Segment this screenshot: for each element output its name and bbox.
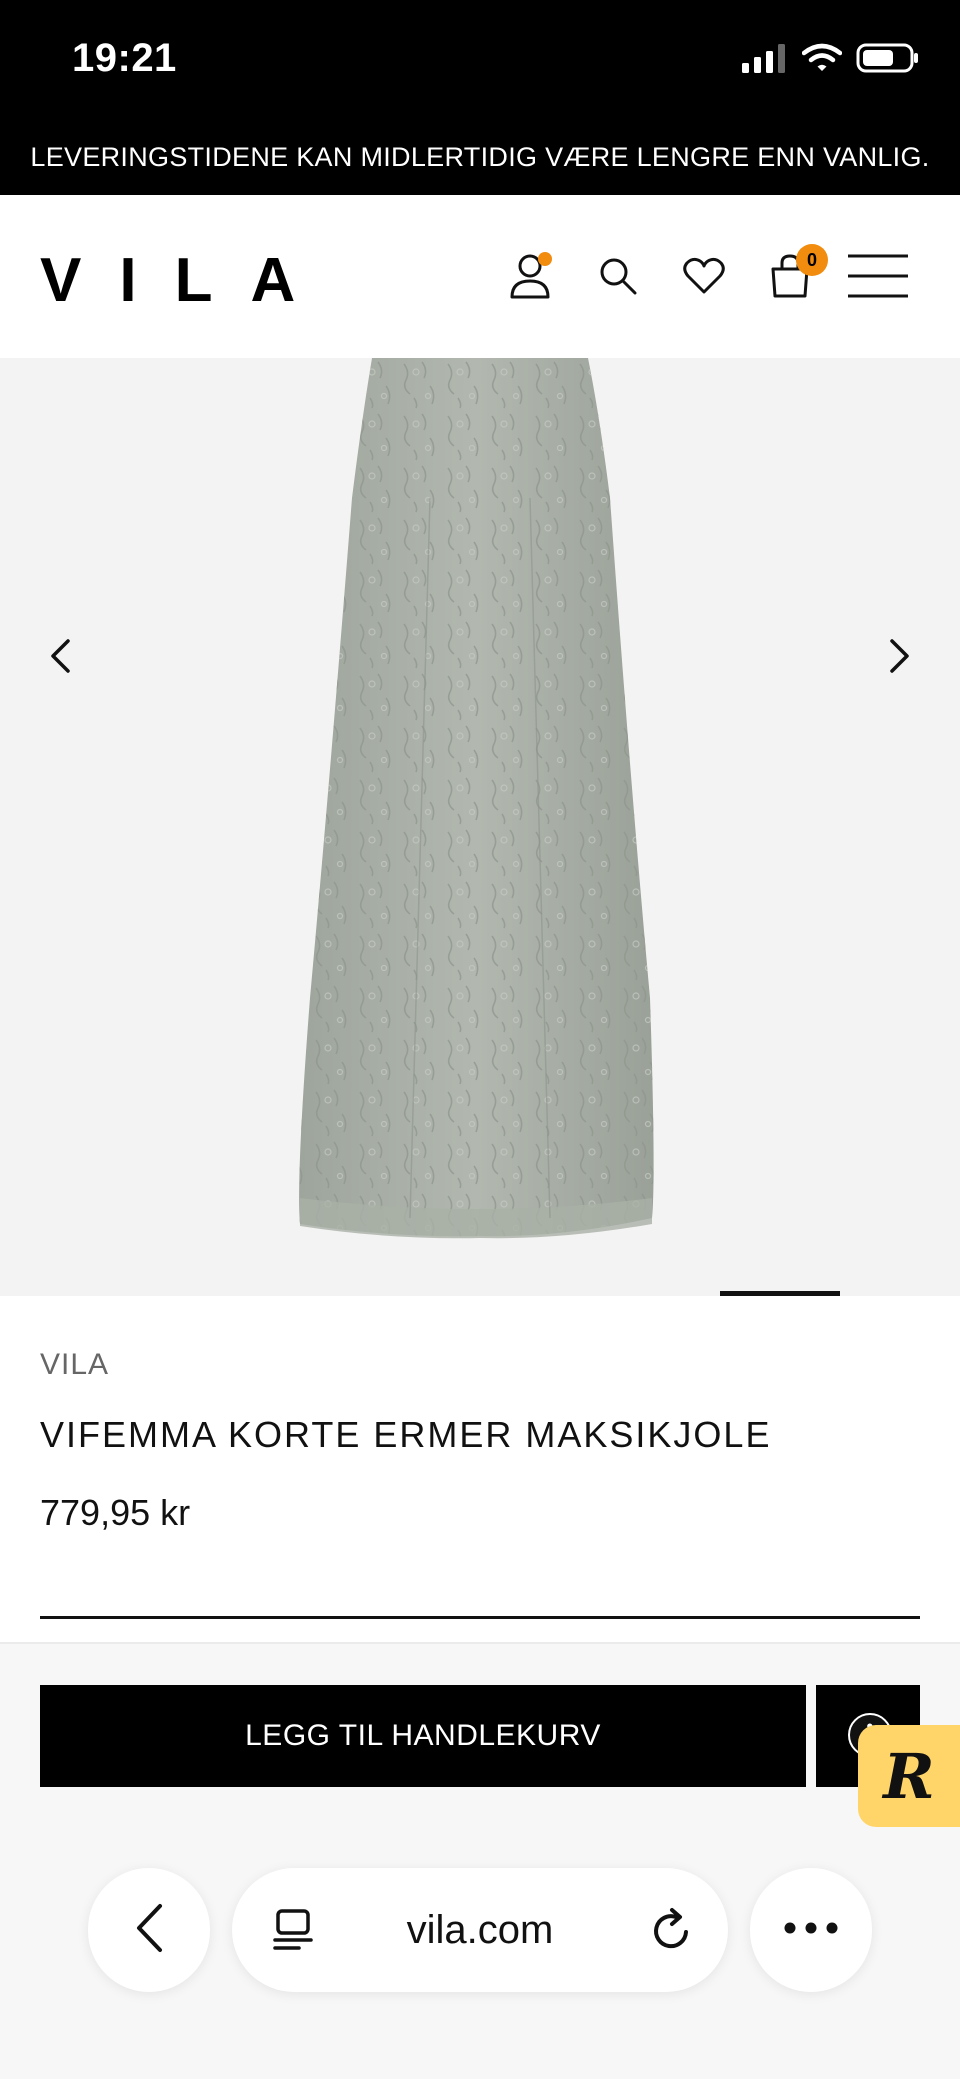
browser-url[interactable]: vila.com xyxy=(407,1908,554,1953)
browser-address-bar[interactable]: vila.com xyxy=(232,1868,728,1992)
browser-back-button[interactable] xyxy=(88,1868,210,1992)
cart-button[interactable]: 0 xyxy=(762,244,828,306)
status-time: 19:21 xyxy=(72,36,177,80)
section-divider xyxy=(40,1616,920,1619)
cart-count-badge: 0 xyxy=(796,244,828,276)
heart-icon xyxy=(683,256,725,301)
product-image-gallery[interactable] xyxy=(0,358,960,1296)
vila-logo[interactable]: VILA xyxy=(40,245,333,316)
browser-toolbar: vila.com xyxy=(0,1860,960,2000)
gallery-prev-button[interactable] xyxy=(30,628,90,688)
wifi-icon xyxy=(801,43,843,78)
gallery-position-indicator xyxy=(720,1291,840,1296)
site-header: VILA 0 xyxy=(0,195,960,358)
browser-more-button[interactable] xyxy=(750,1868,872,1992)
chevron-left-icon xyxy=(48,638,72,679)
signal-icon xyxy=(742,43,788,78)
status-bar: 19:21 xyxy=(0,0,960,120)
gallery-next-button[interactable] xyxy=(870,628,930,688)
menu-button[interactable] xyxy=(846,250,910,306)
product-price: 779,95 kr xyxy=(40,1492,191,1533)
add-to-cart-button[interactable]: LEGG TIL HANDLEKURV xyxy=(40,1685,806,1787)
status-icons xyxy=(742,42,920,78)
chevron-right-icon xyxy=(888,638,912,679)
banner-text: LEVERINGSTIDENE KAN MIDLERTIDIG VÆRE LEN… xyxy=(30,142,930,172)
search-button[interactable] xyxy=(590,250,646,306)
battery-icon xyxy=(856,42,920,79)
product-title: VIFEMMA KORTE ERMER MAKSIKJOLE xyxy=(40,1414,772,1455)
menu-icon xyxy=(847,253,909,304)
wishlist-button[interactable] xyxy=(676,250,732,306)
tabs-icon[interactable] xyxy=(272,1908,314,1957)
r-widget-badge[interactable]: R xyxy=(858,1725,960,1827)
reload-icon[interactable] xyxy=(650,1906,694,1959)
account-button[interactable] xyxy=(502,250,558,306)
r-widget-letter: R xyxy=(883,1739,935,1813)
product-brand[interactable]: VILA xyxy=(40,1348,109,1382)
search-icon xyxy=(598,256,638,301)
account-notification-dot xyxy=(538,252,552,266)
add-to-cart-label: LEGG TIL HANDLEKURV xyxy=(245,1719,601,1752)
more-icon xyxy=(784,1921,838,1939)
chevron-left-icon xyxy=(134,1903,164,1958)
delivery-banner: LEVERINGSTIDENE KAN MIDLERTIDIG VÆRE LEN… xyxy=(0,120,960,195)
dress-image xyxy=(299,358,654,1239)
